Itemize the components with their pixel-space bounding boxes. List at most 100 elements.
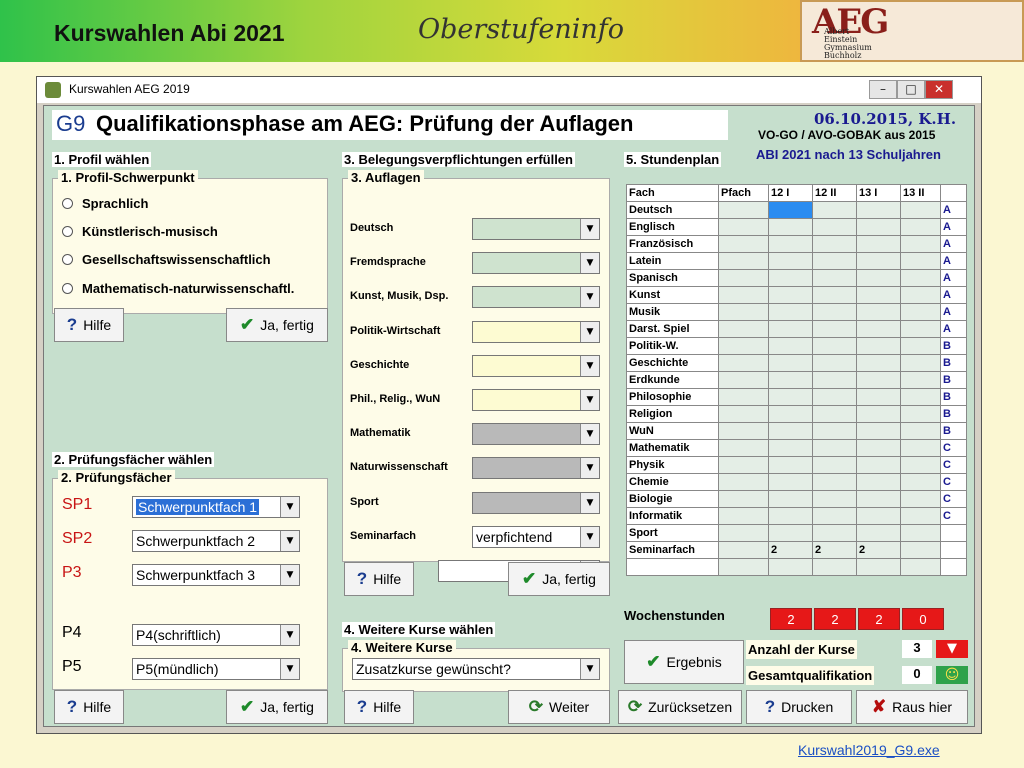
plan-cell[interactable] — [900, 558, 941, 576]
plan-cell[interactable] — [812, 473, 857, 491]
plan-cell[interactable] — [812, 269, 857, 287]
plan-cell[interactable] — [812, 252, 857, 270]
plan-cell[interactable] — [718, 473, 769, 491]
plan-cell[interactable] — [812, 218, 857, 236]
plan-cell[interactable] — [718, 558, 769, 576]
plan-cell[interactable] — [856, 405, 901, 423]
plan-cell[interactable] — [768, 371, 813, 389]
plan-cell[interactable] — [900, 405, 941, 423]
print-button[interactable]: ? Drucken — [746, 690, 852, 724]
radio-sprachlich[interactable]: Sprachlich — [62, 196, 148, 211]
plan-cell[interactable] — [768, 218, 813, 236]
plan-cell[interactable] — [856, 371, 901, 389]
plan-cell[interactable] — [718, 286, 769, 304]
plan-cell[interactable] — [856, 507, 901, 525]
plan-cell[interactable] — [856, 473, 901, 491]
plan-cell[interactable] — [812, 337, 857, 355]
plan-cell[interactable] — [856, 252, 901, 270]
plan-cell[interactable] — [900, 269, 941, 287]
plan-cell[interactable] — [856, 320, 901, 338]
plan-cell[interactable] — [812, 422, 857, 440]
plan-cell[interactable] — [768, 252, 813, 270]
plan-cell[interactable] — [718, 252, 769, 270]
plan-cell[interactable] — [812, 388, 857, 406]
plan-cell[interactable] — [768, 235, 813, 253]
plan-cell[interactable] — [718, 456, 769, 474]
plan-cell[interactable] — [718, 235, 769, 253]
plan-cell[interactable] — [856, 490, 901, 508]
auflage-select[interactable]: ▼ — [472, 492, 600, 514]
plan-cell[interactable] — [812, 405, 857, 423]
quit-button[interactable]: ✘ Raus hier — [856, 690, 968, 724]
plan-cell[interactable] — [812, 320, 857, 338]
plan-cell[interactable] — [900, 286, 941, 304]
plan-cell[interactable] — [856, 201, 901, 219]
plan-cell[interactable] — [768, 490, 813, 508]
plan-cell[interactable] — [856, 422, 901, 440]
plan-cell[interactable] — [812, 201, 857, 219]
ergebnis-button[interactable]: ✔ Ergebnis — [624, 640, 744, 684]
plan-cell[interactable] — [718, 439, 769, 457]
auflage-select[interactable]: ▼ — [472, 389, 600, 411]
plan-cell[interactable] — [812, 371, 857, 389]
plan-cell[interactable] — [718, 201, 769, 219]
plan-cell[interactable] — [900, 541, 941, 559]
plan-cell[interactable] — [900, 235, 941, 253]
plan-cell[interactable] — [856, 354, 901, 372]
plan-cell[interactable] — [900, 252, 941, 270]
plan-cell[interactable] — [768, 388, 813, 406]
plan-cell[interactable] — [900, 524, 941, 542]
plan-cell[interactable] — [812, 558, 857, 576]
auflagen-help-button[interactable]: ? Hilfe — [344, 562, 414, 596]
plan-cell[interactable] — [900, 303, 941, 321]
plan-cell[interactable] — [900, 354, 941, 372]
window-titlebar[interactable]: Kurswahlen AEG 2019 – □ ✕ — [37, 77, 981, 103]
plan-cell[interactable] — [900, 456, 941, 474]
plan-cell[interactable] — [900, 371, 941, 389]
plan-cell[interactable] — [768, 303, 813, 321]
plan-cell[interactable] — [900, 388, 941, 406]
plan-cell[interactable] — [900, 320, 941, 338]
plan-cell[interactable] — [812, 286, 857, 304]
auflagen-done-button[interactable]: ✔ Ja, fertig — [508, 562, 610, 596]
weitere-help-button[interactable]: ? Hilfe — [344, 690, 414, 724]
plan-cell[interactable] — [718, 405, 769, 423]
plan-cell[interactable] — [768, 354, 813, 372]
plan-cell[interactable] — [718, 218, 769, 236]
plan-cell[interactable] — [718, 422, 769, 440]
plan-cell[interactable]: 2 — [856, 541, 901, 559]
plan-cell[interactable] — [900, 218, 941, 236]
plan-cell[interactable] — [768, 524, 813, 542]
p4-select[interactable]: P4(schriftlich) ▼ — [132, 624, 300, 646]
plan-cell[interactable] — [812, 507, 857, 525]
auflage-select[interactable]: ▼ — [472, 286, 600, 308]
plan-cell[interactable] — [718, 524, 769, 542]
plan-cell[interactable] — [856, 439, 901, 457]
radio-gesellschaft[interactable]: Gesellschaftswissenschaftlich — [62, 252, 271, 267]
plan-cell[interactable] — [768, 422, 813, 440]
plan-cell[interactable] — [718, 303, 769, 321]
plan-cell[interactable] — [856, 286, 901, 304]
plan-cell[interactable] — [856, 388, 901, 406]
plan-cell[interactable] — [768, 456, 813, 474]
plan-cell[interactable] — [856, 235, 901, 253]
reset-button[interactable]: ⟳ Zurücksetzen — [618, 690, 742, 724]
plan-cell[interactable] — [812, 490, 857, 508]
plan-cell[interactable] — [900, 507, 941, 525]
radio-kuenstlerisch[interactable]: Künstlerisch-musisch — [62, 224, 218, 239]
pruefung-help-button[interactable]: ? Hilfe — [54, 690, 124, 724]
profil-help-button[interactable]: ? Hilfe — [54, 308, 124, 342]
plan-cell[interactable] — [900, 201, 941, 219]
plan-cell[interactable] — [812, 235, 857, 253]
plan-cell[interactable] — [812, 524, 857, 542]
pruefung-done-button[interactable]: ✔ Ja, fertig — [226, 690, 328, 724]
weiter-button[interactable]: ⟳ Weiter — [508, 690, 610, 724]
auflage-select[interactable]: ▼ — [472, 252, 600, 274]
plan-cell[interactable] — [768, 439, 813, 457]
auflage-select[interactable]: verpfichtend ▼ — [472, 526, 600, 548]
plan-cell[interactable] — [718, 388, 769, 406]
plan-cell[interactable] — [718, 541, 769, 559]
plan-cell[interactable]: 2 — [768, 541, 813, 559]
plan-cell[interactable] — [856, 337, 901, 355]
plan-cell[interactable] — [900, 473, 941, 491]
